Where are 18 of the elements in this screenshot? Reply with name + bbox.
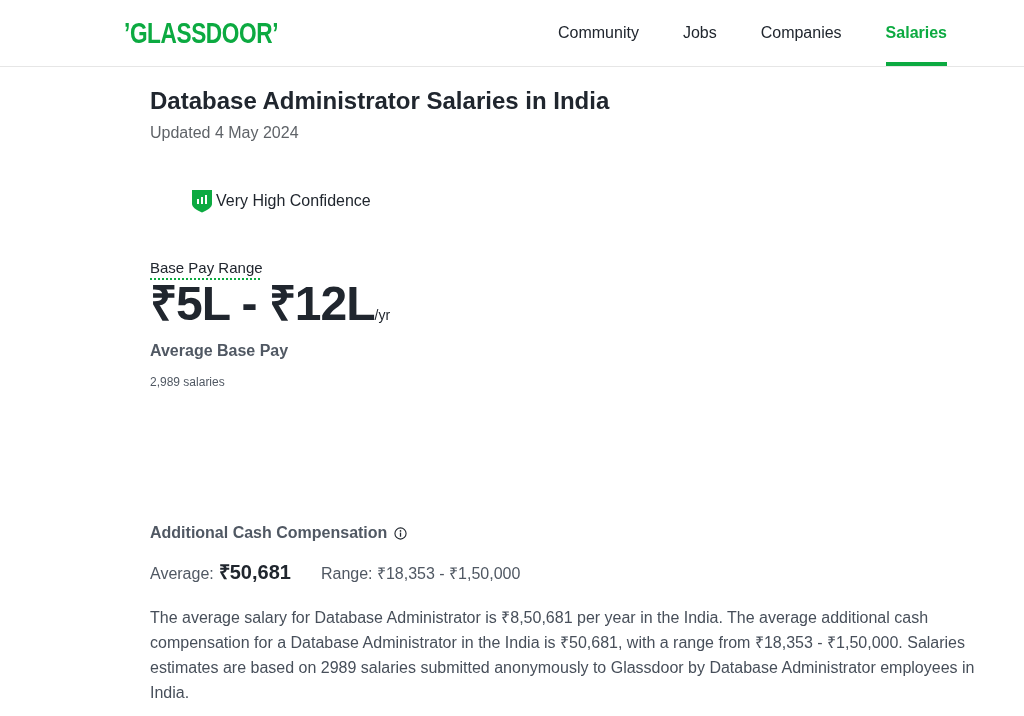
base-pay-label[interactable]: Base Pay Range [150, 258, 263, 278]
pay-range: ₹5L - ₹12L [150, 278, 375, 330]
nav-tab[interactable]: Companies [760, 0, 842, 66]
page-title: Database Administrator Salaries in India [150, 86, 610, 116]
salary-summary: The average salary for Database Administrator is ₹8,50,681 per year in the India. The average additional cash compensation for a Database Administrator in the India is ₹50,681, with a range from ₹18,353 - ₹1,50,000. Salaries estimates are based on 2989 salaries submitted anonymously to Glassdoor by Database Administrator employees in India. [150, 608, 976, 703]
average-value: ₹50,681 [218, 560, 291, 585]
updated-date: Updated 4 May 2024 [150, 123, 299, 143]
shield-bars-icon [191, 189, 213, 213]
average-base-pay-caption: Average Base Pay [150, 341, 289, 361]
info-icon[interactable] [394, 526, 408, 540]
pay-unit: /yr [374, 307, 391, 324]
nav-tab[interactable]: Jobs [682, 0, 717, 66]
confidence-label: Very High Confidence [216, 191, 371, 211]
salary-count: 2,989 salaries [150, 374, 225, 390]
cash-range: Range: ₹18,353 - ₹1,50,000 [320, 564, 521, 584]
average-label: Average: [150, 564, 214, 584]
section-heading: Additional Cash Compensation [150, 523, 388, 543]
nav-tab[interactable]: Community [557, 0, 639, 66]
